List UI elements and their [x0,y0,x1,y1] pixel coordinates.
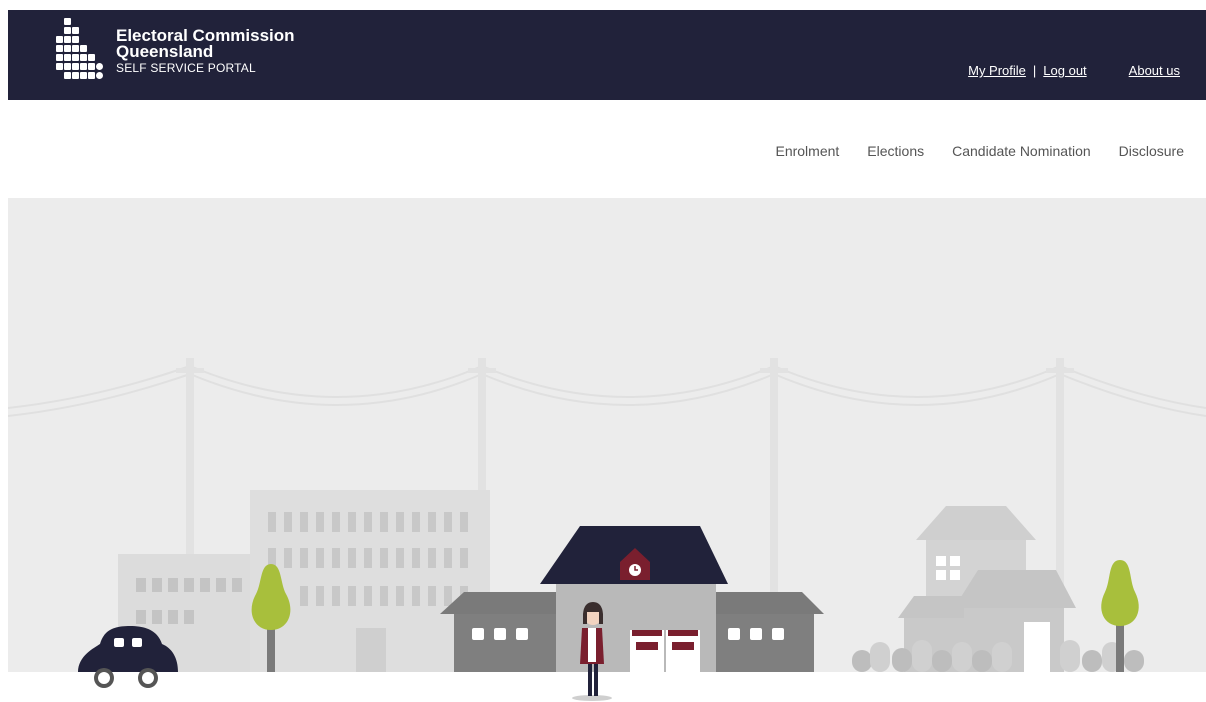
brand-title-line2: Queensland [116,42,214,61]
fence [852,640,1144,672]
account-links: My Profile | Log out About us [968,63,1180,78]
brand-block: Electoral Commission Queensland SELF SER… [116,27,295,75]
nav-item-candidate-nomination[interactable]: Candidate Nomination [952,143,1091,159]
link-separator: | [1032,63,1037,78]
log-out-link[interactable]: Log out [1043,63,1086,78]
ecq-logo [56,18,103,79]
portal-frame: Electoral Commission Queensland SELF SER… [8,10,1206,702]
main-nav: Enrolment Elections Candidate Nomination… [8,100,1206,198]
nav-item-disclosure[interactable]: Disclosure [1119,143,1184,159]
about-us-link[interactable]: About us [1129,63,1180,78]
hero-illustration [8,198,1206,702]
polling-station [440,526,824,672]
brand-subtitle: SELF SERVICE PORTAL [116,61,256,75]
my-profile-link[interactable]: My Profile [968,63,1026,78]
header-bar: Electoral Commission Queensland SELF SER… [8,10,1206,100]
nav-item-elections[interactable]: Elections [867,143,924,159]
nav-item-enrolment[interactable]: Enrolment [775,143,839,159]
